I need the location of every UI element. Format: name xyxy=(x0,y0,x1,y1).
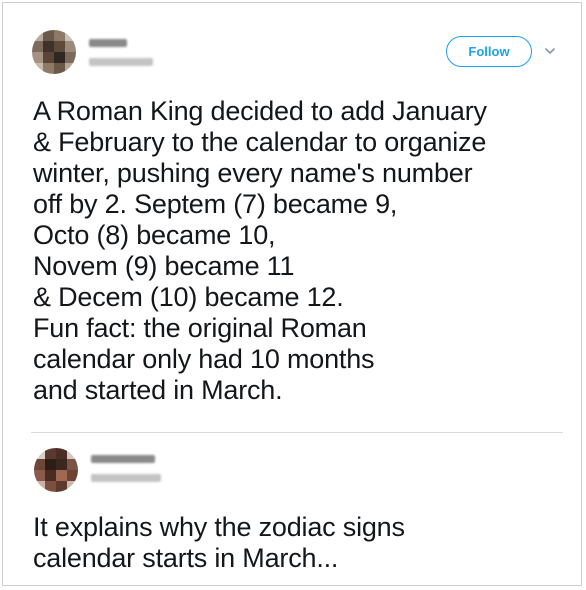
divider xyxy=(31,432,563,433)
tweet-text-line: Novem (9) became 11 xyxy=(33,251,295,281)
reply-text-line: calendar starts in March... xyxy=(33,543,339,573)
tweet-text-line: A Roman King decided to add January xyxy=(33,96,487,126)
reply-handle-obscured[interactable] xyxy=(91,474,161,482)
author-name-obscured[interactable] xyxy=(89,39,127,47)
tweet-text: A Roman King decided to add January & Fe… xyxy=(33,96,553,406)
reply-name-obscured[interactable] xyxy=(91,455,155,463)
chevron-down-icon[interactable] xyxy=(543,44,557,58)
follow-button[interactable]: Follow xyxy=(446,36,532,67)
tweet-text-line: calendar only had 10 months xyxy=(33,344,375,374)
author-handle-obscured[interactable] xyxy=(89,58,153,66)
tweet-text-line: & Decem (10) became 12. xyxy=(33,282,344,312)
tweet-text-line: winter, pushing every name's number xyxy=(33,158,473,188)
tweet-text-line: off by 2. Septem (7) became 9, xyxy=(33,189,398,219)
tweet-text-line: and started in March. xyxy=(33,375,283,405)
tweet-text-line: Fun fact: the original Roman xyxy=(33,313,367,343)
tweet-text-line: Octo (8) became 10, xyxy=(33,220,276,250)
author-avatar[interactable] xyxy=(32,30,76,74)
reply-text: It explains why the zodiac signs calenda… xyxy=(33,512,553,574)
tweet-screenshot-card: Follow A Roman King decided to add Janua… xyxy=(2,2,582,586)
reply-text-line: It explains why the zodiac signs xyxy=(33,512,405,542)
reply-avatar[interactable] xyxy=(34,448,78,492)
tweet-text-line: & February to the calendar to organize xyxy=(33,127,487,157)
